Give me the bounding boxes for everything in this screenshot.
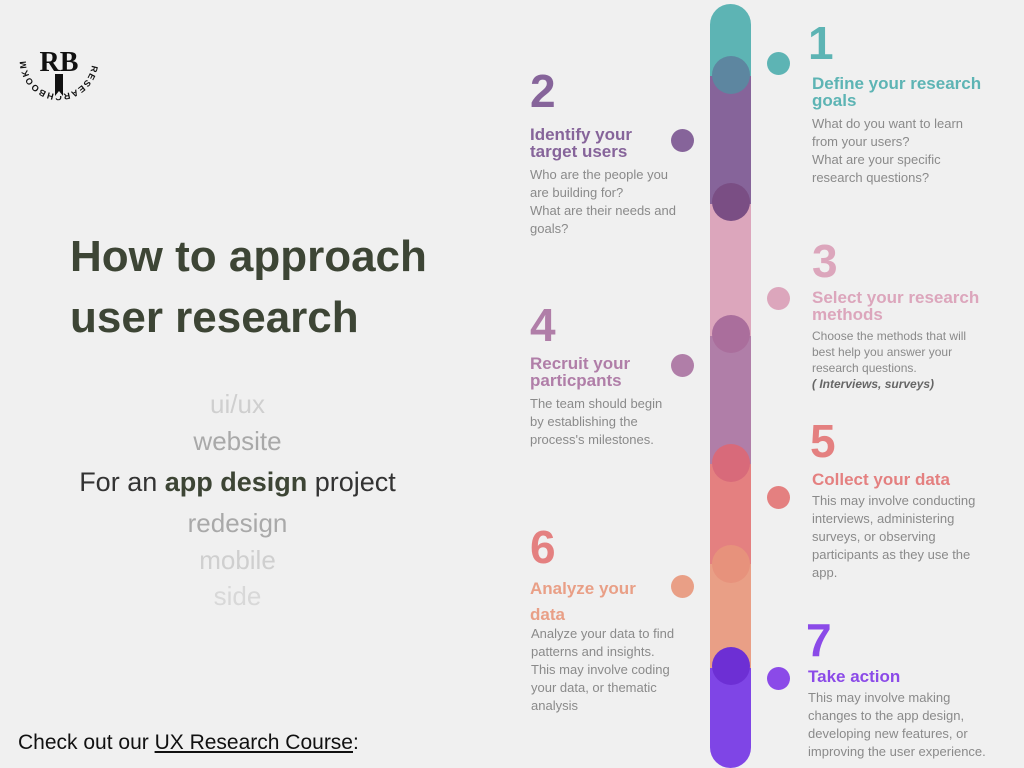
desc-line: your data, or thematic xyxy=(531,680,657,695)
desc-line: improving the user experience. xyxy=(808,744,986,759)
heading-line: Define your research xyxy=(812,74,982,93)
desc-line: analysis xyxy=(531,698,578,713)
step-2-dot xyxy=(671,129,694,152)
step-3-number: 3 xyxy=(812,235,838,287)
desc-line: research questions. xyxy=(812,361,917,375)
desc-line: changes to the app design, xyxy=(808,708,965,723)
project-type-option: website xyxy=(193,426,282,456)
desc-line: The team should begin xyxy=(530,396,663,411)
desc-line: This may involve conducting xyxy=(812,493,976,508)
project-type-option: side xyxy=(213,581,262,611)
step-6-heading: Analyze your data xyxy=(530,576,636,628)
desc-line: by establishing the xyxy=(530,414,638,429)
step-7-dot xyxy=(767,667,790,690)
brand-logo: RESEARCHBOOKMARK.IO RB xyxy=(14,12,100,102)
desc-line: participants as they use the xyxy=(812,547,971,562)
step-2-heading: Identify your target users xyxy=(530,126,632,160)
logo-monogram: RB xyxy=(40,47,79,78)
course-cta: Check out our UX Research Course: xyxy=(18,730,359,756)
step-3-heading: Select your research methods xyxy=(812,289,979,323)
step-7-description: This may involve making changes to the a… xyxy=(808,689,986,761)
step-4-dot xyxy=(671,354,694,377)
step-3-description: Choose the methods that will best help y… xyxy=(812,328,966,392)
timeline-knob xyxy=(712,647,750,685)
project-type-option: redesign xyxy=(187,508,288,538)
heading-line: Select your research xyxy=(812,288,980,307)
desc-line: from your users? xyxy=(812,134,910,149)
desc-line: What do you want to learn xyxy=(812,116,964,131)
desc-line: research questions? xyxy=(812,170,930,185)
desc-line: Analyze your data to find xyxy=(531,626,675,641)
timeline-knob xyxy=(712,444,750,482)
timeline-knob xyxy=(712,56,750,94)
desc-line: Choose the methods that will xyxy=(812,329,967,343)
step-1-number: 1 xyxy=(808,17,834,69)
step-1-description: What do you want to learn from your user… xyxy=(812,115,963,187)
heading-line: Identify your xyxy=(530,125,633,144)
step-3-dot xyxy=(767,287,790,310)
heading-line: Recruit your xyxy=(530,354,631,373)
timeline-knob xyxy=(712,183,750,221)
timeline-knob xyxy=(712,315,750,353)
step-6-number: 6 xyxy=(530,521,556,573)
step-5-dot xyxy=(767,486,790,509)
cta-prefix: Check out our xyxy=(18,731,155,754)
desc-line: goals? xyxy=(530,221,569,236)
desc-line: best help you answer your xyxy=(812,345,953,359)
desc-line: This may involve making xyxy=(808,690,951,705)
step-5-heading: Collect your data xyxy=(812,471,950,488)
focus-suffix: project xyxy=(307,467,396,497)
step-2-description: Who are the people you are building for?… xyxy=(530,166,676,238)
step-7-heading: Take action xyxy=(808,668,900,685)
heading-line: methods xyxy=(812,305,883,324)
project-type-option: ui/ux xyxy=(210,389,265,419)
page-title: How to approach user research xyxy=(70,226,490,348)
desc-line: surveys, or observing xyxy=(812,529,936,544)
heading-line: Collect your data xyxy=(812,470,950,489)
heading-line: target users xyxy=(530,142,628,161)
step-6-description: Analyze your data to find patterns and i… xyxy=(531,625,674,715)
title-line-1: How to approach xyxy=(70,232,427,281)
desc-line: What are their needs and xyxy=(530,203,676,218)
desc-line: are building for? xyxy=(530,185,624,200)
cta-suffix: : xyxy=(353,731,359,754)
desc-line: app. xyxy=(812,565,838,580)
heading-line: Take action xyxy=(808,667,901,686)
desc-line: developing new features, or xyxy=(808,726,968,741)
step-4-description: The team should begin by establishing th… xyxy=(530,395,662,449)
heading-line: goals xyxy=(812,91,857,110)
desc-line: process's milestones. xyxy=(530,432,654,447)
step-7-number: 7 xyxy=(806,614,832,666)
step-1-dot xyxy=(767,52,790,75)
course-link[interactable]: UX Research Course xyxy=(155,731,353,754)
desc-line: patterns and insights. xyxy=(531,644,655,659)
step-4-number: 4 xyxy=(530,299,556,351)
step-5-description: This may involve conducting interviews, … xyxy=(812,492,975,582)
desc-line: interviews, administering xyxy=(812,511,955,526)
focus-highlight: app design xyxy=(164,467,308,497)
heading-line: particpants xyxy=(530,371,622,390)
step-6-dot xyxy=(671,575,694,598)
focus-prefix: For an xyxy=(79,467,165,497)
step-4-heading: Recruit your particpants xyxy=(530,355,630,389)
project-type-focus: For an app design project xyxy=(60,466,415,498)
heading-line: Analyze your xyxy=(530,579,636,598)
desc-line: This may involve coding xyxy=(531,662,670,677)
desc-line: Who are the people you xyxy=(530,167,669,182)
step-5-number: 5 xyxy=(810,415,836,467)
desc-note: ( Interviews, surveys) xyxy=(812,377,935,391)
step-1-heading: Define your research goals xyxy=(812,75,981,109)
title-line-2: user research xyxy=(70,293,359,342)
timeline-knob xyxy=(712,545,750,583)
desc-line: What are your specific xyxy=(812,152,941,167)
step-2-number: 2 xyxy=(530,65,556,117)
project-type-option: mobile xyxy=(199,545,276,575)
